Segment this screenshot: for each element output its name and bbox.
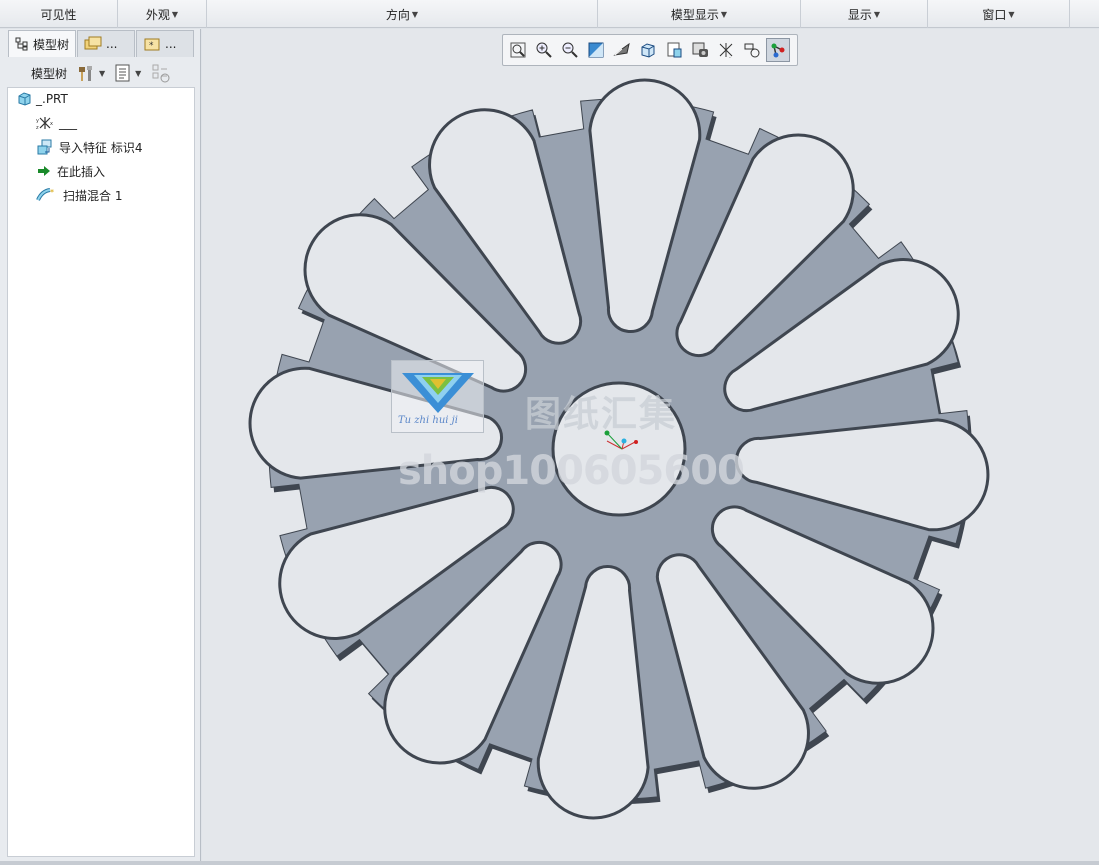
tree-node-label: 导入特征 标识4 [59,140,143,155]
tree-node-label: _.PRT [36,92,68,106]
dropdown-caret-icon: ▼ [1008,9,1015,19]
watermark-shop-text: shop100605600 [398,448,745,494]
swept-blend-icon: * [36,188,54,201]
insert-here-arrow-icon [38,166,50,176]
ribbon-group-orientation[interactable]: 方向 ▼ [207,0,598,28]
tree-node-label: ___ [59,116,77,130]
model-tree-toolbar-label: 模型树 [31,66,68,81]
tree-node-part[interactable]: _.PRT [17,89,68,109]
svg-text:y: y [36,118,39,124]
dropdown-caret-icon: ▼ [99,68,106,78]
dropdown-caret-icon: ▼ [135,68,142,78]
model-tree: _.PRT yz x ___ 导入特征 标识4 在此插入 * 扫描混合 1 [7,87,195,857]
svg-text:z: z [36,125,39,131]
graphics-window[interactable]: . [202,29,1099,861]
ribbon-group-label: 可见性 [40,7,77,22]
svg-text:x: x [50,121,53,127]
tab-favorites[interactable]: * ... [136,30,195,57]
model-viewport [248,78,990,820]
tree-node-csys[interactable]: yz x ___ [36,113,77,133]
status-strip [0,861,1099,865]
ribbon-group-label: 方向 [385,7,410,22]
favorites-icon: * [144,38,160,51]
svg-text:*: * [149,41,154,51]
svg-text:*: * [50,188,54,197]
ribbon-group-label: 显示 [847,7,872,22]
model-tree-icon [15,37,28,51]
filter-icon [152,64,170,83]
ribbon-group-visibility[interactable]: 可见性 [0,0,118,28]
ribbon-group-model-display[interactable]: 模型显示 ▼ [598,0,801,28]
part-icon [18,92,31,106]
watermark-logo: Tu zhi hui ji [391,360,484,433]
tab-model-tree[interactable]: 模型树 [8,30,77,57]
ribbon-group-window[interactable]: 窗口 ▼ [928,0,1070,28]
tree-node-swept-blend[interactable]: * 扫描混合 1 [36,185,122,205]
tab-label: ... [165,37,177,51]
navigator-tabs: 模型树 ... * ... [8,30,195,57]
tab-label: 模型树 [33,37,70,52]
model-tree-toolbar: 模型树 ▼ ▼ [0,59,201,87]
dropdown-caret-icon: ▼ [873,9,881,19]
ribbon-group-bar: 可见性 外观 ▼ 方向 ▼ 模型显示 ▼ 显示 ▼ 窗口 ▼ [0,0,1099,28]
settings-hammer-icon [79,66,93,81]
csys-icon: yz x [36,117,53,131]
show-menu-button[interactable]: ▼ [115,64,141,82]
tree-node-import-feature[interactable]: 导入特征 标识4 [36,137,142,157]
watermark-chinese-text: 图纸汇集 [525,393,678,435]
settings-button[interactable]: ▼ [77,64,105,82]
filter-button[interactable] [151,63,171,83]
tree-node-insert-here[interactable]: 在此插入 [36,161,105,181]
watermark-logo-caption: Tu zhi hui ji [398,415,458,426]
dropdown-caret-icon: ▼ [720,9,728,19]
tree-node-label: 扫描混合 1 [63,188,123,203]
ribbon-group-label: 窗口 [982,7,1007,22]
ribbon-group-label: 模型显示 [670,7,719,22]
navigator-panel: 模型树 ... * ... 模型树 ▼ ▼ _.PRT yz x ___ 导入特征… [0,29,201,861]
dropdown-caret-icon: ▼ [171,9,179,19]
watermark-pyramid-icon [402,373,474,413]
show-menu-icon [115,64,130,82]
folder-browser-icon [84,36,102,50]
import-feature-icon [37,139,52,155]
tab-folder-browser[interactable]: ... [77,30,136,57]
ribbon-group-show[interactable]: 显示 ▼ [801,0,928,28]
ribbon-group-label: 外观 [145,7,170,22]
dropdown-caret-icon: ▼ [411,9,419,19]
tree-node-label: 在此插入 [57,164,106,179]
ribbon-group-appearance[interactable]: 外观 ▼ [118,0,207,28]
tab-label: ... [106,37,118,51]
